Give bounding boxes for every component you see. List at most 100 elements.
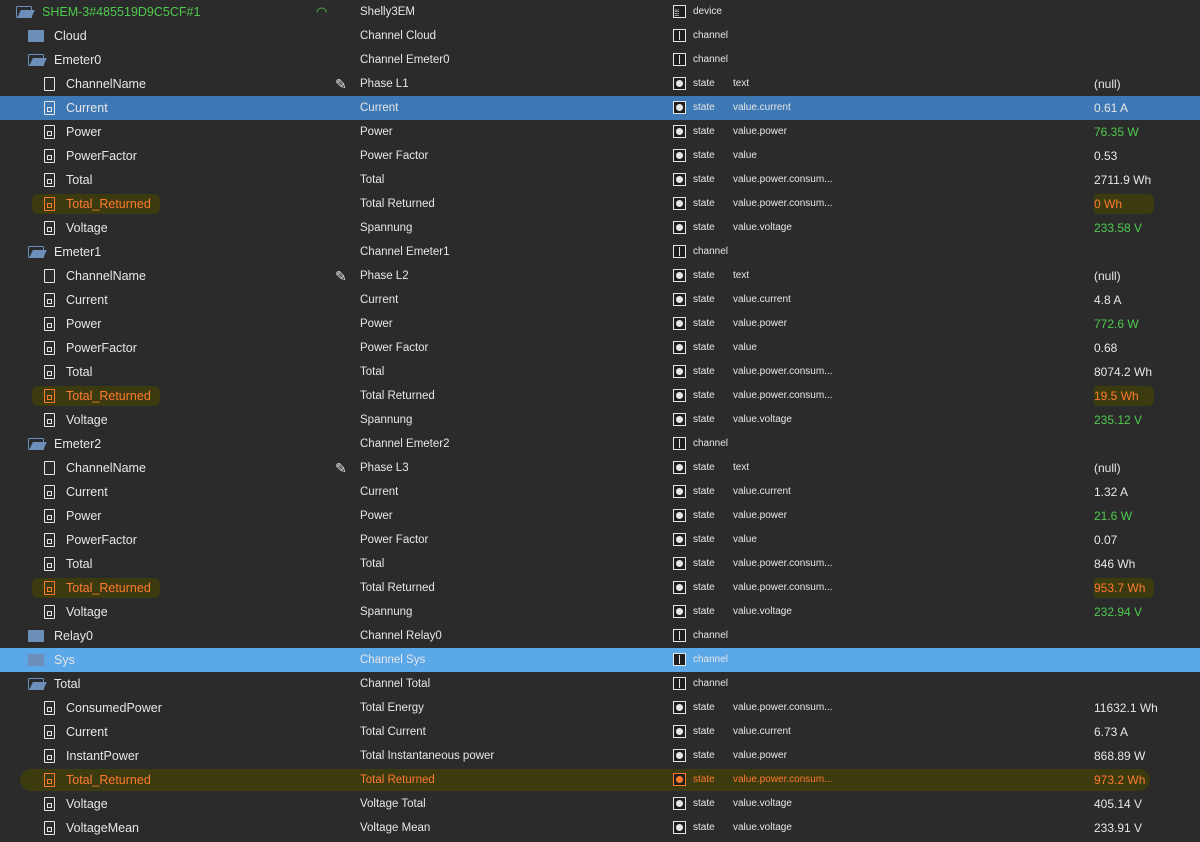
value-cell[interactable]: 11632.1 Wh <box>1094 696 1194 720</box>
tree-row[interactable]: ChannelName ✎ Phase L1 state text (null) <box>0 72 1200 96</box>
value-cell[interactable]: 405.14 V <box>1094 792 1194 816</box>
tree-row[interactable]: Total_Returned Total Returned state value.p… <box>0 384 1200 408</box>
tree-row[interactable]: Total Channel Total channel <box>0 672 1200 696</box>
tree-row[interactable]: Voltage Spannung state value.voltage 235.12 … <box>0 408 1200 432</box>
tree-row[interactable]: SHEM-3#485519D9C5CF#1 ◠ Shelly3EM device <box>0 0 1200 24</box>
value-cell[interactable]: 772.6 W <box>1094 312 1194 336</box>
value-cell[interactable] <box>1094 648 1194 672</box>
display-name: Channel Emeter0 <box>360 54 450 66</box>
value-cell[interactable]: 0 Wh <box>1094 192 1194 216</box>
tree-row[interactable]: Emeter0 Channel Emeter0 channel <box>0 48 1200 72</box>
folder-open-icon[interactable] <box>28 678 44 690</box>
value-text: 0.07 <box>1094 533 1118 547</box>
tree-row[interactable]: Power Power state value.power 21.6 W <box>0 504 1200 528</box>
value-cell[interactable] <box>1094 432 1194 456</box>
object-name: Relay0 <box>54 629 93 643</box>
tree-row[interactable]: Emeter2 Channel Emeter2 channel <box>0 432 1200 456</box>
folder-open-icon[interactable] <box>28 438 44 450</box>
tree-row[interactable]: Voltage Spannung state value.voltage 233.58 … <box>0 216 1200 240</box>
value-cell[interactable]: 233.58 V <box>1094 216 1194 240</box>
tree-row[interactable]: Voltage Spannung state value.voltage 232.94 … <box>0 600 1200 624</box>
type-label: channel <box>693 630 729 641</box>
role-cell <box>733 672 1083 696</box>
tree-row[interactable]: Cloud Channel Cloud channel <box>0 24 1200 48</box>
type-label: state <box>693 198 715 209</box>
value-cell[interactable]: 8074.2 Wh <box>1094 360 1194 384</box>
value-cell[interactable] <box>1094 672 1194 696</box>
display-name: Total <box>360 174 385 186</box>
edit-icon[interactable]: ✎ <box>335 268 351 284</box>
value-cell[interactable]: 232.94 V <box>1094 600 1194 624</box>
value-cell[interactable] <box>1094 0 1194 24</box>
value-cell[interactable]: 4.8 A <box>1094 288 1194 312</box>
value-cell[interactable]: 0.68 <box>1094 336 1194 360</box>
value-cell[interactable]: 233.91 V <box>1094 816 1194 840</box>
tree-row[interactable]: Sys Channel Sys channel <box>0 648 1200 672</box>
tree-row[interactable]: PowerFactor Power Factor state value 0.68 <box>0 336 1200 360</box>
tree-row[interactable]: InstantPower Total Instantaneous power sta… <box>0 744 1200 768</box>
state-document-icon <box>44 797 55 811</box>
display-name: Channel Total <box>360 678 431 690</box>
object-tree: SHEM-3#485519D9C5CF#1 ◠ Shelly3EM device Clo… <box>0 0 1200 840</box>
folder-open-icon[interactable] <box>28 54 44 66</box>
value-cell[interactable]: 76.35 W <box>1094 120 1194 144</box>
value-cell[interactable]: 0.07 <box>1094 528 1194 552</box>
tree-row[interactable]: Total Total state value.power.consum... 2711… <box>0 168 1200 192</box>
tree-row[interactable]: Power Power state value.power 772.6 W <box>0 312 1200 336</box>
tree-row[interactable]: Current Total Current state value.current 6.… <box>0 720 1200 744</box>
tree-row[interactable]: Emeter1 Channel Emeter1 channel <box>0 240 1200 264</box>
tree-row[interactable]: Relay0 Channel Relay0 channel <box>0 624 1200 648</box>
tree-row[interactable]: VoltageMean Voltage Mean state value.voltag… <box>0 816 1200 840</box>
value-cell[interactable]: (null) <box>1094 456 1194 480</box>
tree-row[interactable]: PowerFactor Power Factor state value 0.07 <box>0 528 1200 552</box>
tree-row[interactable]: Current Current state value.current 0.61 A <box>0 96 1200 120</box>
state-type-icon <box>673 341 686 354</box>
tree-row[interactable]: Power Power state value.power 76.35 W <box>0 120 1200 144</box>
value-cell[interactable]: (null) <box>1094 264 1194 288</box>
tree-row[interactable]: Voltage Voltage Total state value.voltage 40… <box>0 792 1200 816</box>
display-name: Spannung <box>360 606 413 618</box>
value-cell[interactable]: 2711.9 Wh <box>1094 168 1194 192</box>
tree-row[interactable]: Current Current state value.current 1.32 A <box>0 480 1200 504</box>
value-cell[interactable]: 19.5 Wh <box>1094 384 1194 408</box>
tree-row[interactable]: Total_Returned Total Returned state value.p… <box>0 768 1200 792</box>
tree-row[interactable]: Total Total state value.power.consum... 8074… <box>0 360 1200 384</box>
value-cell[interactable] <box>1094 240 1194 264</box>
state-type-icon <box>673 581 686 594</box>
value-cell[interactable]: 0.53 <box>1094 144 1194 168</box>
display-name: Total Current <box>360 726 426 738</box>
tree-row[interactable]: ConsumedPower Total Energy state value.powe… <box>0 696 1200 720</box>
value-cell[interactable]: 953.7 Wh <box>1094 576 1194 600</box>
tree-row[interactable]: Total_Returned Total Returned state value.p… <box>0 192 1200 216</box>
tree-row[interactable]: PowerFactor Power Factor state value 0.53 <box>0 144 1200 168</box>
value-cell[interactable]: 846 Wh <box>1094 552 1194 576</box>
value-cell[interactable]: 6.73 A <box>1094 720 1194 744</box>
value-cell[interactable] <box>1094 24 1194 48</box>
tree-row[interactable]: Total Total state value.power.consum... 846 … <box>0 552 1200 576</box>
type-cell: state <box>673 192 731 216</box>
folder-icon[interactable] <box>28 30 44 42</box>
value-cell[interactable]: (null) <box>1094 72 1194 96</box>
tree-row[interactable]: ChannelName ✎ Phase L2 state text (null) <box>0 264 1200 288</box>
value-cell[interactable]: 0.61 A <box>1094 96 1194 120</box>
state-document-icon <box>44 149 55 163</box>
folder-open-icon[interactable] <box>28 246 44 258</box>
tree-row[interactable]: Total_Returned Total Returned state value.p… <box>0 576 1200 600</box>
folder-open-icon[interactable] <box>16 6 32 18</box>
object-name: Voltage <box>66 605 108 619</box>
edit-icon[interactable]: ✎ <box>335 460 351 476</box>
edit-cell: ✎ <box>333 264 355 288</box>
value-cell[interactable]: 868.89 W <box>1094 744 1194 768</box>
display-name: Total Returned <box>360 774 435 786</box>
tree-row[interactable]: ChannelName ✎ Phase L3 state text (null) <box>0 456 1200 480</box>
folder-icon[interactable] <box>28 654 44 666</box>
value-cell[interactable]: 21.6 W <box>1094 504 1194 528</box>
value-cell[interactable] <box>1094 624 1194 648</box>
edit-icon[interactable]: ✎ <box>335 76 351 92</box>
value-cell[interactable]: 1.32 A <box>1094 480 1194 504</box>
tree-row[interactable]: Current Current state value.current 4.8 A <box>0 288 1200 312</box>
value-cell[interactable] <box>1094 48 1194 72</box>
value-cell[interactable]: 973.2 Wh <box>1094 768 1194 792</box>
value-cell[interactable]: 235.12 V <box>1094 408 1194 432</box>
folder-icon[interactable] <box>28 630 44 642</box>
